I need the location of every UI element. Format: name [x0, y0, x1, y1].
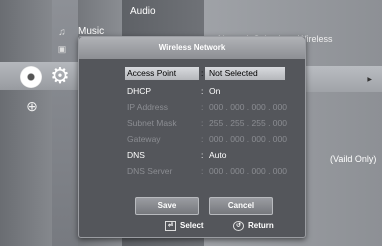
ip-address-label: IP Address — [127, 102, 168, 112]
colon: : — [201, 150, 204, 160]
gear-icon[interactable]: ⚙ — [48, 63, 72, 88]
row-subnet-mask: Subnet Mask : 255 . 255 . 255 . 000 — [127, 117, 297, 130]
row-dhcp[interactable]: DHCP : On — [127, 85, 297, 98]
row-access-point[interactable]: Access Point : Not Selected — [125, 67, 297, 80]
subnet-mask-label: Subnet Mask — [127, 118, 177, 128]
colon: : — [201, 118, 204, 128]
colon: : — [201, 86, 204, 96]
dns-server-label: DNS Server — [127, 166, 173, 176]
subnet-mask-value: 255 . 255 . 255 . 000 — [209, 118, 287, 128]
music-icon: ♫ — [58, 26, 66, 38]
dialog-title: Wireless Network — [79, 37, 305, 59]
return-icon: ↺ — [233, 221, 244, 231]
row-dns[interactable]: DNS : Auto — [127, 149, 297, 162]
return-label: Return — [248, 221, 274, 231]
return-hint: ↺ Return — [233, 221, 274, 231]
colon: : — [201, 68, 204, 78]
screen: Audio Network Selection : Wireless ▶ (Va… — [0, 0, 382, 246]
colon: : — [201, 134, 204, 144]
arrow-right-icon: ▶ — [367, 77, 372, 83]
submenu-item-audio[interactable]: Audio — [130, 6, 156, 17]
enter-icon: ⏎ — [165, 221, 176, 231]
dhcp-value: On — [209, 86, 221, 96]
disc-icon[interactable] — [20, 66, 42, 88]
select-hint: ⏎ Select — [165, 221, 204, 231]
cancel-button[interactable]: Cancel — [209, 197, 273, 215]
colon: : — [201, 102, 204, 112]
valid-only-note: (Vaild Only) — [330, 154, 377, 164]
gateway-label: Gateway — [127, 134, 161, 144]
access-point-label: Access Point — [127, 68, 177, 78]
wireless-network-dialog: Wireless Network Access Point : Not Sele… — [78, 36, 306, 238]
dhcp-label: DHCP — [127, 86, 152, 96]
globe-icon[interactable]: ⊕ — [24, 98, 40, 114]
access-point-value: Not Selected — [209, 68, 258, 78]
colon: : — [201, 166, 204, 176]
row-ip-address: IP Address : 000 . 000 . 000 . 000 — [127, 101, 297, 114]
dns-server-value: 000 . 000 . 000 . 000 — [209, 166, 287, 176]
ip-address-value: 000 . 000 . 000 . 000 — [209, 102, 287, 112]
gateway-value: 000 . 000 . 000 . 000 — [209, 134, 287, 144]
dialog-footer: ⏎ Select ↺ Return — [79, 217, 305, 237]
dns-value: Auto — [209, 150, 227, 160]
photo-icon: ▣ — [57, 43, 67, 54]
row-dns-server: DNS Server : 000 . 000 . 000 . 000 — [127, 165, 297, 178]
row-gateway: Gateway : 000 . 000 . 000 . 000 — [127, 133, 297, 146]
main-icon-column — [0, 0, 122, 246]
dns-label: DNS — [127, 150, 145, 160]
save-button[interactable]: Save — [135, 197, 199, 215]
select-label: Select — [180, 221, 204, 231]
